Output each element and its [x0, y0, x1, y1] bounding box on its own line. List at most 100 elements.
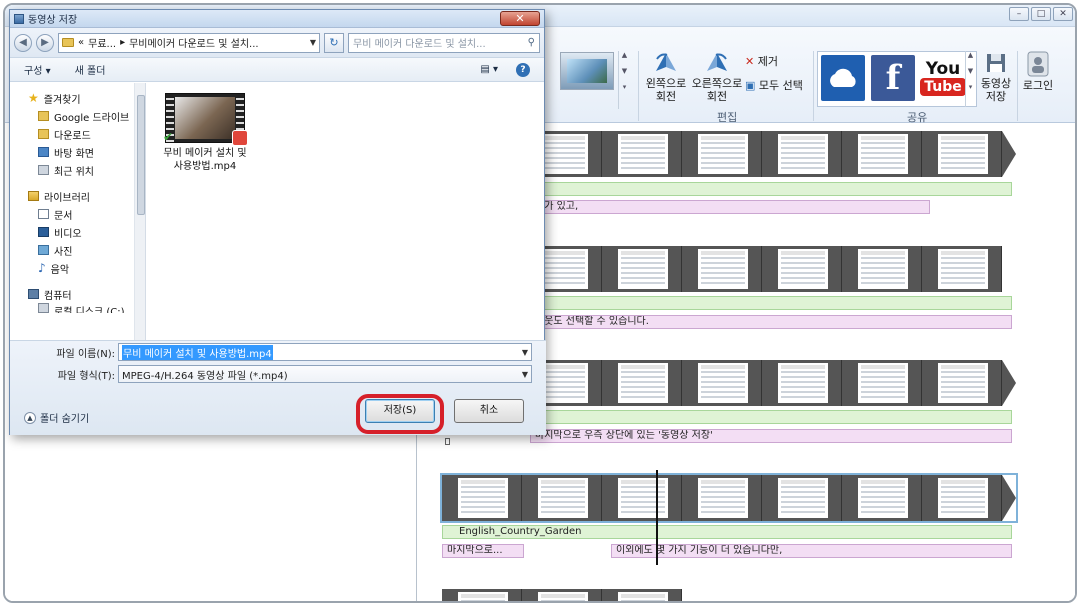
app-close-button[interactable]: ✕: [1053, 7, 1073, 21]
nav-recent[interactable]: 최근 위치: [10, 161, 145, 179]
clip-frame[interactable]: [682, 360, 762, 406]
clip-frame[interactable]: [922, 246, 1002, 292]
remove-button[interactable]: ✕ 제거: [745, 55, 778, 68]
clip-frame[interactable]: [602, 475, 682, 521]
clip-frame[interactable]: [442, 475, 522, 521]
file-item[interactable]: ✔ 무비 메이커 설치 및 사용방법.mp4: [161, 93, 249, 173]
help-icon[interactable]: ?: [516, 62, 530, 77]
clip-frame[interactable]: [602, 131, 682, 177]
clip-strip[interactable]: [442, 589, 682, 601]
breadcrumb-item[interactable]: 무료...: [88, 35, 116, 50]
nav-music[interactable]: ♪ 음악: [10, 259, 145, 277]
address-row: ◀ ▶ « 무료... ▸ 무비메이커 다운로드 및 설치... ▼ ↻ 무비 …: [10, 28, 544, 58]
youtube-button[interactable]: You Tube: [920, 55, 966, 101]
caption-track[interactable]: 수가 있고,: [530, 200, 930, 214]
search-input[interactable]: 무비 메이커 다운로드 및 설치... ⚲: [348, 32, 540, 53]
nav-label: 다운로드: [54, 130, 91, 142]
clip-frame[interactable]: [842, 131, 922, 177]
clip-frame[interactable]: [842, 246, 922, 292]
clip-frame[interactable]: [762, 246, 842, 292]
signin-button[interactable]: 로그인: [1021, 51, 1055, 92]
music-track[interactable]: English_Country_Garden: [442, 525, 1012, 539]
signin-label: 로그인: [1022, 79, 1054, 92]
filetype-select[interactable]: MPEG-4/H.264 동영상 파일 (*.mp4) ▼: [118, 365, 532, 383]
nav-videos[interactable]: 비디오: [10, 223, 145, 241]
breadcrumb-item[interactable]: 무비메이커 다운로드 및 설치...: [129, 35, 258, 50]
nav-desktop[interactable]: 바탕 화면: [10, 143, 145, 161]
clip-frame[interactable]: [922, 360, 1002, 406]
caption-track[interactable]: 마지막으로 우측 상단에 있는 '동영상 저장': [530, 429, 1012, 443]
theme-thumbnail[interactable]: [560, 52, 614, 90]
rotate-left-button[interactable]: 왼쪽으로 회전: [645, 51, 687, 103]
clip-frame[interactable]: [682, 131, 762, 177]
nav-scrollbar[interactable]: [134, 83, 145, 340]
caption-track[interactable]: 아웃도 선택할 수 있습니다.: [530, 315, 1012, 329]
filename-field[interactable]: 무비 메이커 설치 및 사용방법.mp4 ▼: [118, 343, 532, 361]
facebook-button[interactable]: f: [871, 55, 915, 101]
nav-label: 즐겨찾기: [43, 94, 81, 106]
clip-frame[interactable]: [922, 475, 1002, 521]
onedrive-button[interactable]: [821, 55, 865, 101]
chevron-down-icon[interactable]: ▼: [310, 38, 316, 47]
clip-frame[interactable]: [762, 360, 842, 406]
facebook-icon: f: [885, 58, 901, 98]
clip-frame[interactable]: [762, 475, 842, 521]
caption-track[interactable]: 이외에도 몇 가지 기능이 더 있습니다만,: [611, 544, 1012, 558]
screenshot-frame: – □ ✕ ▲ ▼ ▾ 왼쪽으로 회전 오른쪽으로 회전 ✕ 제거 ▣ 모두 선…: [3, 3, 1077, 603]
chevron-down-icon[interactable]: ▼: [522, 348, 528, 357]
clip-frame[interactable]: [602, 246, 682, 292]
nav-favorites[interactable]: ★ 즐겨찾기: [10, 89, 145, 107]
save-movie-button[interactable]: 동영상 저장: [979, 51, 1013, 103]
filename-value[interactable]: 무비 메이커 설치 및 사용방법.mp4: [122, 344, 273, 360]
theme-gallery-scroll[interactable]: ▲ ▼ ▾: [618, 51, 630, 109]
nav-label: 바탕 화면: [54, 148, 94, 160]
dialog-title: 동영상 저장: [28, 15, 78, 26]
nav-label: Google 드라이브: [54, 112, 130, 124]
nav-libraries[interactable]: 라이브러리: [10, 187, 145, 205]
new-folder-button[interactable]: 새 폴더: [75, 62, 106, 77]
clip-frame[interactable]: [682, 246, 762, 292]
minimize-button[interactable]: –: [1009, 7, 1029, 21]
file-list: ✔ 무비 메이커 설치 및 사용방법.mp4: [147, 83, 544, 340]
clip-frame[interactable]: [842, 360, 922, 406]
folder-icon: [38, 111, 49, 121]
forward-button[interactable]: ▶: [36, 33, 54, 52]
view-options-button[interactable]: ▤ ▾: [480, 64, 498, 75]
clip-frame[interactable]: [842, 475, 922, 521]
nav-computer[interactable]: 컴퓨터: [10, 285, 145, 303]
caption-track[interactable]: 마지막으로...: [442, 544, 524, 558]
back-button[interactable]: ◀: [14, 33, 32, 52]
cancel-button[interactable]: 취소: [454, 399, 524, 423]
clip-frame[interactable]: [602, 589, 682, 601]
select-all-button[interactable]: ▣ 모두 선택: [745, 79, 803, 92]
clip-strip-selected[interactable]: [440, 473, 1018, 523]
playhead[interactable]: [656, 470, 658, 565]
clip-frame[interactable]: [522, 475, 602, 521]
scrollbar-thumb[interactable]: [137, 95, 145, 215]
clip-frame[interactable]: [442, 589, 522, 601]
filetype-label: 파일 형식(T):: [57, 370, 115, 382]
nav-label: 사진: [54, 246, 73, 258]
path-overflow[interactable]: «: [78, 37, 84, 48]
address-bar[interactable]: « 무료... ▸ 무비메이커 다운로드 및 설치... ▼: [58, 32, 320, 53]
clip-frame[interactable]: [522, 589, 602, 601]
maximize-button[interactable]: □: [1031, 7, 1051, 21]
dialog-close-button[interactable]: ✕: [500, 11, 540, 26]
select-all-label: 모두 선택: [758, 79, 803, 92]
refresh-button[interactable]: ↻: [324, 32, 344, 53]
share-gallery-scroll[interactable]: ▲ ▼ ▾: [965, 51, 975, 107]
organize-button[interactable]: 구성 ▾: [24, 62, 51, 77]
clip-frame[interactable]: [602, 360, 682, 406]
rotate-right-button[interactable]: 오른쪽으로 회전: [691, 51, 743, 103]
nav-documents[interactable]: 문서: [10, 205, 145, 223]
hide-folders-button[interactable]: ▲ 폴더 숨기기: [24, 410, 89, 425]
nav-pictures[interactable]: 사진: [10, 241, 145, 259]
nav-downloads[interactable]: 다운로드: [10, 125, 145, 143]
clip-frame[interactable]: [922, 131, 1002, 177]
navigation-pane: ★ 즐겨찾기 Google 드라이브 다운로드 바탕 화면 최근 위치 라이브러리…: [10, 83, 146, 340]
clip-frame[interactable]: [682, 475, 762, 521]
chevron-down-icon[interactable]: ▼: [522, 370, 528, 379]
nav-local-disk[interactable]: 로컬 디스크 (C:): [10, 303, 145, 313]
nav-google-drive[interactable]: Google 드라이브: [10, 107, 145, 125]
clip-frame[interactable]: [762, 131, 842, 177]
